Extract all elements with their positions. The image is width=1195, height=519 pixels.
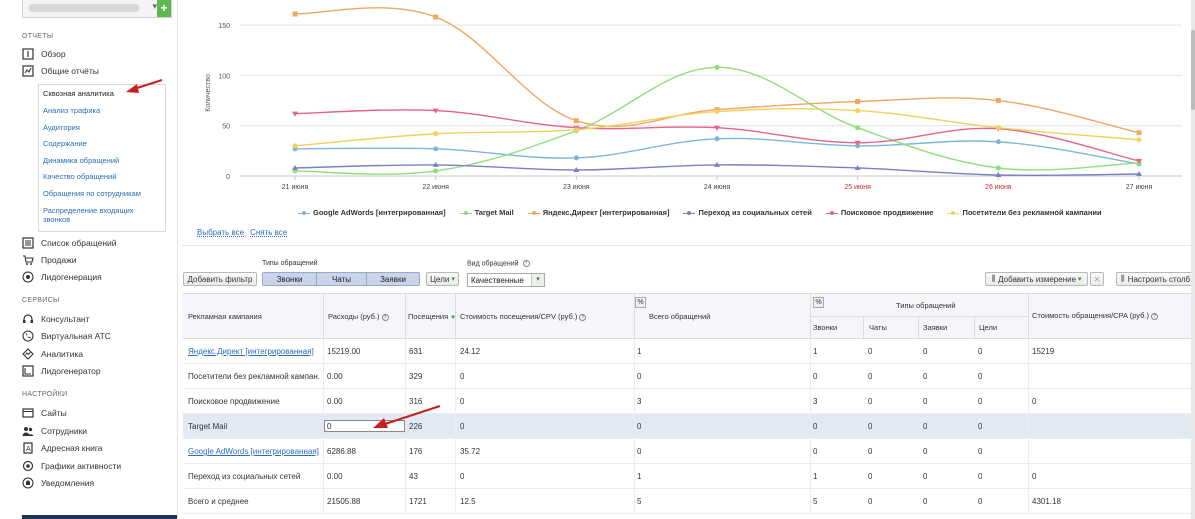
app-window: ▾ + ОТЧЕТЫ Обзор Общие отчёты Сквозная а…: [0, 0, 1195, 519]
page-scrollbar[interactable]: [1191, 0, 1195, 519]
annotation-arrows: [126, 79, 441, 428]
